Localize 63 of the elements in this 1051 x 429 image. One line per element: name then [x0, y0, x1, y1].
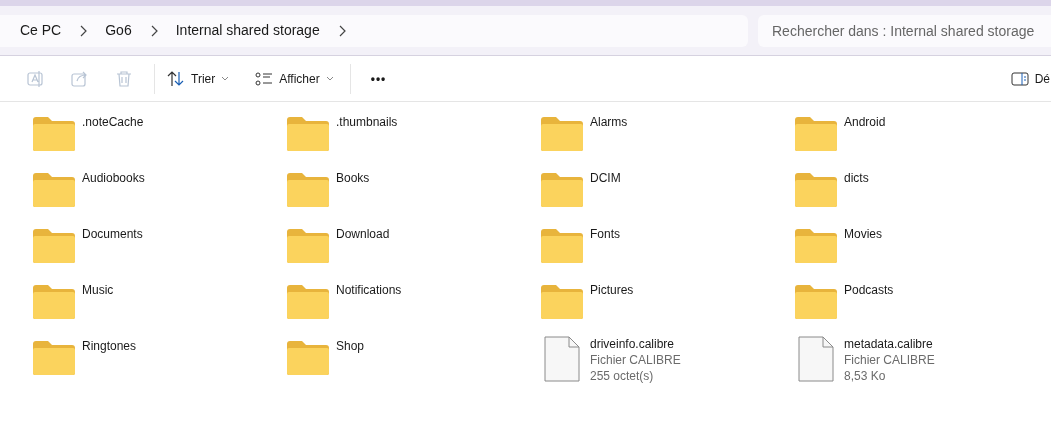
folder-icon: [32, 228, 76, 264]
details-button[interactable]: Dé: [1010, 62, 1051, 95]
folder-name[interactable]: Android: [844, 106, 886, 131]
folder-icon: [32, 116, 76, 152]
file-size: 8,53 Ko: [844, 368, 887, 384]
folder-name[interactable]: Fonts: [590, 218, 620, 243]
folder-name[interactable]: Audiobooks: [82, 162, 145, 187]
document-icon: [798, 336, 834, 382]
list-view-icon: [255, 70, 274, 87]
rename-icon: [26, 68, 46, 89]
folder-name[interactable]: Books: [336, 162, 370, 187]
caret-icon: [221, 75, 230, 82]
file-type: Fichier CALIBRE: [844, 352, 935, 368]
folder-icon: [794, 228, 838, 264]
folder-name[interactable]: Podcasts: [844, 274, 894, 299]
chevron-right-icon: [337, 24, 346, 37]
folder-icon: [32, 340, 76, 376]
breadcrumb-item[interactable]: Ce PC: [20, 20, 62, 41]
sort-button[interactable]: Trier: [163, 62, 234, 95]
caret-icon: [325, 75, 334, 82]
breadcrumb-item[interactable]: Internal shared storage: [175, 20, 320, 41]
folder-icon: [540, 228, 584, 264]
folder-name[interactable]: Download: [336, 218, 390, 243]
folder-icon: [540, 172, 584, 208]
folder-name[interactable]: Alarms: [590, 106, 628, 131]
folder-name[interactable]: Notifications: [336, 274, 402, 299]
folder-name[interactable]: .noteCache: [82, 106, 144, 131]
folder-name[interactable]: Documents: [82, 218, 143, 243]
folder-icon: [286, 116, 330, 152]
folder-icon: [794, 116, 838, 152]
folder-name[interactable]: Movies: [844, 218, 882, 243]
folder-name[interactable]: Ringtones: [82, 330, 137, 355]
trash-icon: [114, 68, 134, 89]
file-size: 255 octet(s): [590, 368, 655, 384]
document-icon: [544, 336, 580, 382]
folder-name[interactable]: Pictures: [590, 274, 634, 299]
folder-icon: [286, 228, 330, 264]
folder-icon: [32, 284, 76, 320]
folder-name[interactable]: .thumbnails: [336, 106, 398, 131]
address-bar[interactable]: Ce PC Go6 Internal shared storage: [0, 14, 748, 47]
folder-icon: [540, 284, 584, 320]
folder-icon: [540, 116, 584, 152]
sort-arrows-icon: [167, 70, 185, 87]
file-type: Fichier CALIBRE: [590, 352, 681, 368]
file-name[interactable]: driveinfo.calibre: [590, 336, 681, 352]
folder-icon: [794, 284, 838, 320]
folder-name[interactable]: Music: [82, 274, 114, 299]
file-name[interactable]: metadata.calibre: [844, 336, 935, 352]
folder-name[interactable]: DCIM: [590, 162, 621, 187]
view-button[interactable]: Afficher: [251, 62, 338, 95]
folder-icon: [794, 172, 838, 208]
folder-name[interactable]: dicts: [844, 162, 869, 187]
chevron-right-icon: [149, 24, 158, 37]
folder-icon: [286, 284, 330, 320]
folder-name[interactable]: Shop: [336, 330, 365, 355]
details-pane-icon: [1010, 71, 1029, 86]
search-field[interactable]: Rechercher dans : Internal shared storage: [758, 14, 1051, 47]
more-button[interactable]: •••: [362, 62, 395, 95]
breadcrumb-item[interactable]: Go6: [105, 20, 132, 41]
folder-icon: [286, 172, 330, 208]
folder-icon: [286, 340, 330, 376]
chevron-right-icon: [79, 24, 88, 37]
folder-icon: [32, 172, 76, 208]
